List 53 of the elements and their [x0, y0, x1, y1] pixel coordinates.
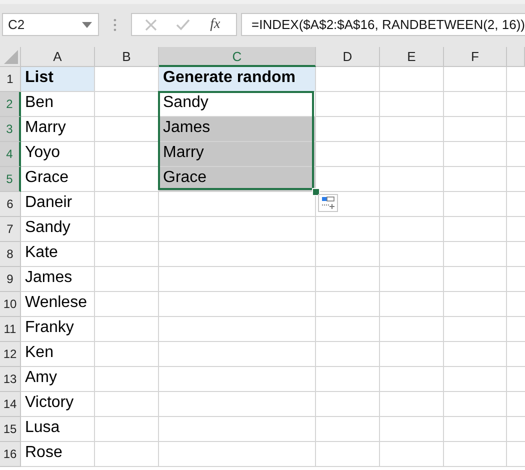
cancel-icon[interactable]: [145, 18, 158, 30]
table-cell: Ken: [21, 342, 95, 367]
formula-field[interactable]: =INDEX($A$2:$A$16, RANDBETWEEN(2, 16)): [240, 13, 525, 36]
check-icon[interactable]: [176, 18, 190, 30]
table-cell: Grace: [159, 167, 316, 192]
table-cell: Franky: [21, 317, 95, 342]
more-options-icon[interactable]: [112, 18, 117, 32]
row-header[interactable]: 11: [0, 317, 21, 342]
table-cell: Grace: [21, 167, 95, 192]
table-cell: Amy: [21, 367, 95, 392]
column-header[interactable]: D: [316, 47, 380, 67]
dropdown-caret-icon[interactable]: [82, 22, 92, 28]
row-header[interactable]: 9: [0, 267, 21, 292]
row-header[interactable]: 3: [0, 117, 21, 142]
table-cell: Marry: [21, 117, 95, 142]
table-cell: Lusa: [21, 417, 95, 442]
fill-handle[interactable]: [312, 188, 320, 196]
table-cell: Victory: [21, 392, 95, 417]
row-header[interactable]: 14: [0, 392, 21, 417]
row-header[interactable]: 12: [0, 342, 21, 367]
table-cell: Ben: [21, 92, 95, 117]
table-cell: Daneir: [21, 192, 95, 217]
row-header[interactable]: 8: [0, 242, 21, 267]
table-cell: List: [21, 67, 95, 92]
table-cell: Sandy: [21, 217, 95, 242]
insert-function-button[interactable]: fx: [208, 16, 222, 32]
table-cell: Generate random: [159, 67, 316, 92]
name-box[interactable]: C2: [2, 13, 99, 36]
column-header[interactable]: C: [159, 47, 316, 67]
row-header[interactable]: 13: [0, 367, 21, 392]
select-all-icon[interactable]: [4, 50, 18, 64]
row-header[interactable]: 6: [0, 192, 21, 217]
column-header[interactable]: A: [21, 47, 95, 67]
row-header[interactable]: 16: [0, 442, 21, 467]
quick-analysis-icon[interactable]: [318, 194, 338, 212]
row-header[interactable]: 10: [0, 292, 21, 317]
table-cell: James: [21, 267, 95, 292]
row-header[interactable]: 15: [0, 417, 21, 442]
table-cell: Kate: [21, 242, 95, 267]
table-cell: Rose: [21, 442, 95, 467]
table-cell: Wenlese: [21, 292, 95, 317]
row-header[interactable]: 5: [0, 167, 21, 192]
column-header[interactable]: E: [380, 47, 444, 67]
table-cell: Yoyo: [21, 142, 95, 167]
column-header[interactable]: [507, 47, 525, 67]
row-header[interactable]: 1: [0, 67, 21, 92]
column-header[interactable]: F: [444, 47, 507, 67]
row-header[interactable]: 2: [0, 92, 21, 117]
table-cell: James: [159, 117, 316, 142]
table-cell: Marry: [159, 142, 316, 167]
row-header[interactable]: 4: [0, 142, 21, 167]
row-header[interactable]: 7: [0, 217, 21, 242]
column-header[interactable]: B: [95, 47, 159, 67]
